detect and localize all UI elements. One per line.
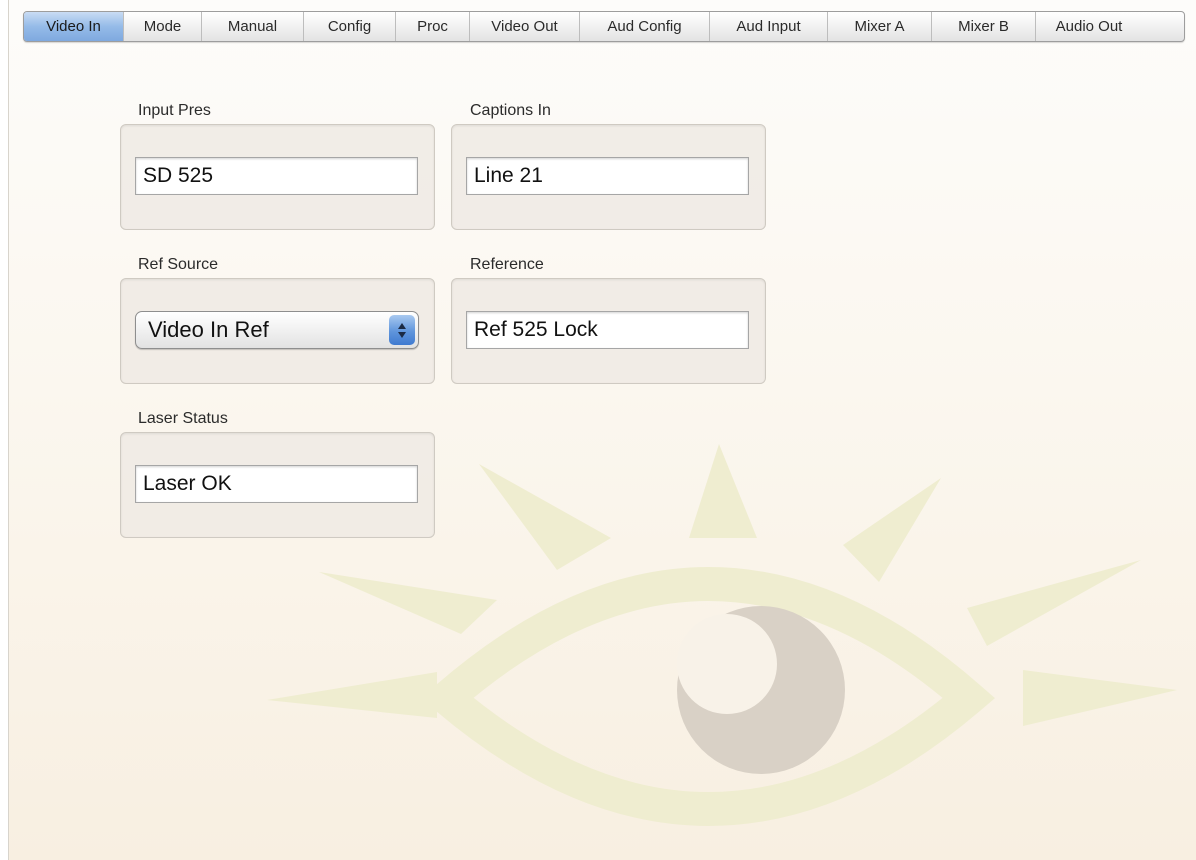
tab-audio-out[interactable]: Audio Out	[1036, 12, 1142, 41]
tab-video-in[interactable]: Video In	[24, 12, 124, 41]
ref-source-select[interactable]: Video In Ref	[135, 311, 419, 349]
ref-source-label: Ref Source	[138, 256, 219, 273]
tab-aud-config[interactable]: Aud Config	[580, 12, 710, 41]
laser-status-label: Laser Status	[138, 410, 228, 427]
ref-source-value: Video In Ref	[148, 317, 269, 342]
laser-status-group: Laser OK	[120, 432, 435, 538]
reference-group: Ref 525 Lock	[451, 278, 766, 384]
up-down-arrows-icon[interactable]	[389, 315, 415, 345]
tab-mixer-a[interactable]: Mixer A	[828, 12, 932, 41]
reference-label: Reference	[470, 256, 544, 273]
tab-manual[interactable]: Manual	[202, 12, 304, 41]
input-pres-label: Input Pres	[138, 102, 211, 119]
captions-in-field: Line 21	[466, 157, 749, 195]
tab-bar: Video In Mode Manual Config Proc Video O…	[23, 11, 1185, 42]
reference-field: Ref 525 Lock	[466, 311, 749, 349]
laser-status-field: Laser OK	[135, 465, 418, 503]
tab-proc[interactable]: Proc	[396, 12, 470, 41]
logo-ray	[1023, 670, 1177, 726]
logo-ray	[967, 560, 1141, 646]
logo-ray	[689, 444, 757, 538]
tab-aud-input[interactable]: Aud Input	[710, 12, 828, 41]
tab-config[interactable]: Config	[304, 12, 396, 41]
tab-mode[interactable]: Mode	[124, 12, 202, 41]
input-pres-group: SD 525	[120, 124, 435, 230]
input-pres-field: SD 525	[135, 157, 418, 195]
tab-mixer-b[interactable]: Mixer B	[932, 12, 1036, 41]
logo-ray	[319, 572, 497, 634]
logo-ray	[843, 478, 941, 582]
ref-source-group: Video In Ref	[120, 278, 435, 384]
captions-in-group: Line 21	[451, 124, 766, 230]
logo-ray	[479, 464, 611, 570]
app-window: Video In Mode Manual Config Proc Video O…	[8, 0, 1196, 860]
logo-ray	[267, 672, 437, 718]
captions-in-label: Captions In	[470, 102, 551, 119]
tab-video-out[interactable]: Video Out	[470, 12, 580, 41]
logo-pupil-highlight	[677, 614, 777, 714]
